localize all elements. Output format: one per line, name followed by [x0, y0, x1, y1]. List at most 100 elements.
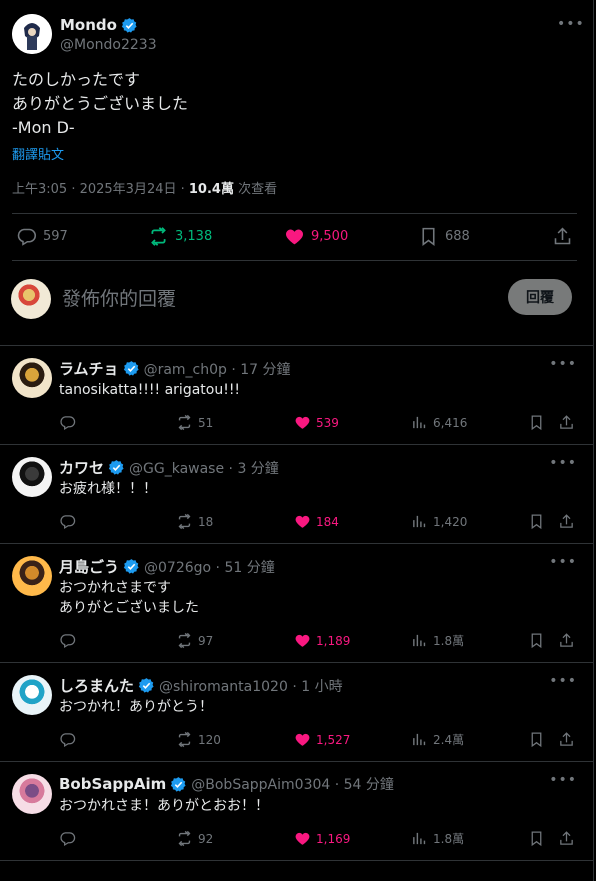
like-button[interactable]: 1,189: [294, 632, 350, 649]
reply-handle[interactable]: @0726go · 51 分鐘: [144, 557, 275, 577]
share-button[interactable]: [558, 731, 575, 748]
author-handle[interactable]: @Mondo2233: [60, 37, 157, 53]
more-options-icon[interactable]: •••: [549, 356, 577, 372]
bookmark-button[interactable]: 688: [418, 226, 470, 247]
like-count: 1,527: [316, 732, 351, 747]
reply-input[interactable]: 發佈你的回覆: [62, 284, 176, 311]
bookmark-button[interactable]: [528, 414, 545, 431]
views-button[interactable]: 6,416: [411, 414, 467, 431]
bookmark-button[interactable]: [528, 830, 545, 847]
avatar[interactable]: [12, 675, 52, 715]
reply-text: おつかれさま！ありがとおお！！: [59, 798, 269, 814]
more-options-icon[interactable]: •••: [549, 772, 577, 788]
reply-tweet[interactable]: BobSappAim @BobSappAim0304 · 54 分鐘 ••• お…: [0, 762, 593, 861]
reply-action-bar: 92 1,169 1.8萬: [59, 830, 577, 850]
reply-button[interactable]: [59, 632, 76, 649]
author-name-row[interactable]: Mondo: [60, 16, 138, 34]
reply-action-bar: 97 1,189 1.8萬: [59, 632, 577, 652]
tweet-text: たのしかったです ありがとうございました -Mon D-: [12, 70, 189, 137]
repost-icon: [178, 632, 191, 649]
reply-handle[interactable]: @BobSappAim0304 · 54 分鐘: [191, 774, 394, 794]
views-count: 1,420: [433, 514, 468, 529]
more-options-icon[interactable]: •••: [549, 673, 577, 689]
reply-button[interactable]: [59, 513, 76, 530]
reply-handle[interactable]: @ram_ch0p · 17 分鐘: [144, 359, 291, 379]
like-button[interactable]: 1,527: [294, 731, 350, 748]
reply-button[interactable]: [59, 830, 76, 847]
reply-handle[interactable]: @GG_kawase · 3 分鐘: [129, 458, 279, 478]
reply-header: ラムチョ @ram_ch0p · 17 分鐘: [59, 358, 291, 379]
heart-filled-icon: [295, 515, 310, 528]
share-button[interactable]: [558, 513, 575, 530]
reply-submit-button[interactable]: 回覆: [508, 279, 572, 315]
share-button[interactable]: [558, 632, 575, 649]
reply-author-name[interactable]: ラムチョ: [59, 358, 119, 379]
repost-button[interactable]: 97: [176, 632, 213, 649]
repost-icon: [178, 830, 191, 847]
more-options-icon[interactable]: •••: [557, 14, 584, 34]
views-count: 2.4萬: [433, 733, 465, 747]
reply-icon: [60, 416, 76, 431]
like-button[interactable]: 1,169: [294, 830, 350, 847]
reply-action-bar: 120 1,527 2.4萬: [59, 731, 577, 751]
repost-button[interactable]: 51: [176, 414, 213, 431]
avatar[interactable]: [12, 358, 52, 398]
avatar[interactable]: [12, 774, 52, 814]
reply-author-name[interactable]: カワセ: [59, 457, 104, 478]
analytics-icon: [413, 416, 426, 429]
reply-author-name[interactable]: BobSappAim: [59, 775, 166, 793]
bookmark-button[interactable]: [528, 513, 545, 530]
reply-author-name[interactable]: しろまんた: [59, 675, 134, 696]
repost-button[interactable]: 92: [176, 830, 213, 847]
divider: [12, 260, 577, 261]
reply-author-name[interactable]: 月島ごう: [59, 556, 119, 577]
like-button[interactable]: 184: [294, 513, 339, 530]
views-button[interactable]: 2.4萬: [411, 731, 464, 748]
heart-filled-icon: [295, 634, 310, 647]
author-name[interactable]: Mondo: [60, 16, 117, 34]
reply-icon: [60, 733, 76, 748]
reply-tweet[interactable]: ラムチョ @ram_ch0p · 17 分鐘 ••• tanosikatta!!…: [0, 346, 593, 445]
views-button[interactable]: 1.8萬: [411, 830, 464, 847]
like-count: 539: [316, 415, 339, 430]
bookmark-button[interactable]: [528, 632, 545, 649]
bookmark-button[interactable]: [528, 731, 545, 748]
share-icon: [560, 415, 573, 429]
like-count: 1,189: [316, 633, 351, 648]
avatar[interactable]: [12, 457, 52, 497]
reply-button[interactable]: [59, 414, 76, 431]
reply-text: tanosikatta!!!! arigatou!!!: [59, 382, 241, 398]
translate-link[interactable]: 翻譯貼文: [12, 144, 64, 163]
like-button[interactable]: 539: [294, 414, 339, 431]
main-tweet-header: Mondo @Mondo2233 •••: [12, 14, 584, 58]
reply-button[interactable]: [59, 731, 76, 748]
views-button[interactable]: 1,420: [411, 513, 467, 530]
views-button[interactable]: 1.8萬: [411, 632, 464, 649]
reply-icon: [17, 228, 37, 246]
avatar[interactable]: [12, 14, 52, 54]
reply-handle[interactable]: @shiromanta1020 · 1 小時: [159, 676, 343, 696]
user-avatar[interactable]: [11, 279, 51, 319]
tweet-timestamp[interactable]: 上午3:05 · 2025年3月24日 ·: [12, 182, 189, 197]
reply-tweet[interactable]: しろまんた @shiromanta1020 · 1 小時 ••• おつかれ！あり…: [0, 663, 593, 762]
avatar[interactable]: [12, 556, 52, 596]
share-icon: [560, 831, 573, 845]
reply-header: BobSappAim @BobSappAim0304 · 54 分鐘: [59, 774, 394, 794]
like-button[interactable]: 9,500: [284, 226, 348, 247]
reply-button[interactable]: 597: [16, 226, 68, 247]
reply-tweet[interactable]: カワセ @GG_kawase · 3 分鐘 ••• お疲れ様！！！ 18 184…: [0, 445, 593, 544]
repost-button[interactable]: 3,138: [148, 226, 212, 247]
repost-icon: [178, 731, 191, 748]
share-button[interactable]: [552, 226, 573, 247]
more-options-icon[interactable]: •••: [549, 455, 577, 471]
share-button[interactable]: [558, 830, 575, 847]
more-options-icon[interactable]: •••: [549, 554, 577, 570]
repost-button[interactable]: 18: [176, 513, 213, 530]
repost-button[interactable]: 120: [176, 731, 221, 748]
reply-action-bar: 18 184 1,420: [59, 513, 577, 533]
bookmark-icon: [422, 227, 435, 246]
reply-tweet[interactable]: 月島ごう @0726go · 51 分鐘 ••• おつかれさまです ありがとござ…: [0, 544, 593, 663]
share-button[interactable]: [558, 414, 575, 431]
share-icon: [560, 633, 573, 647]
repost-count: 18: [198, 514, 214, 529]
